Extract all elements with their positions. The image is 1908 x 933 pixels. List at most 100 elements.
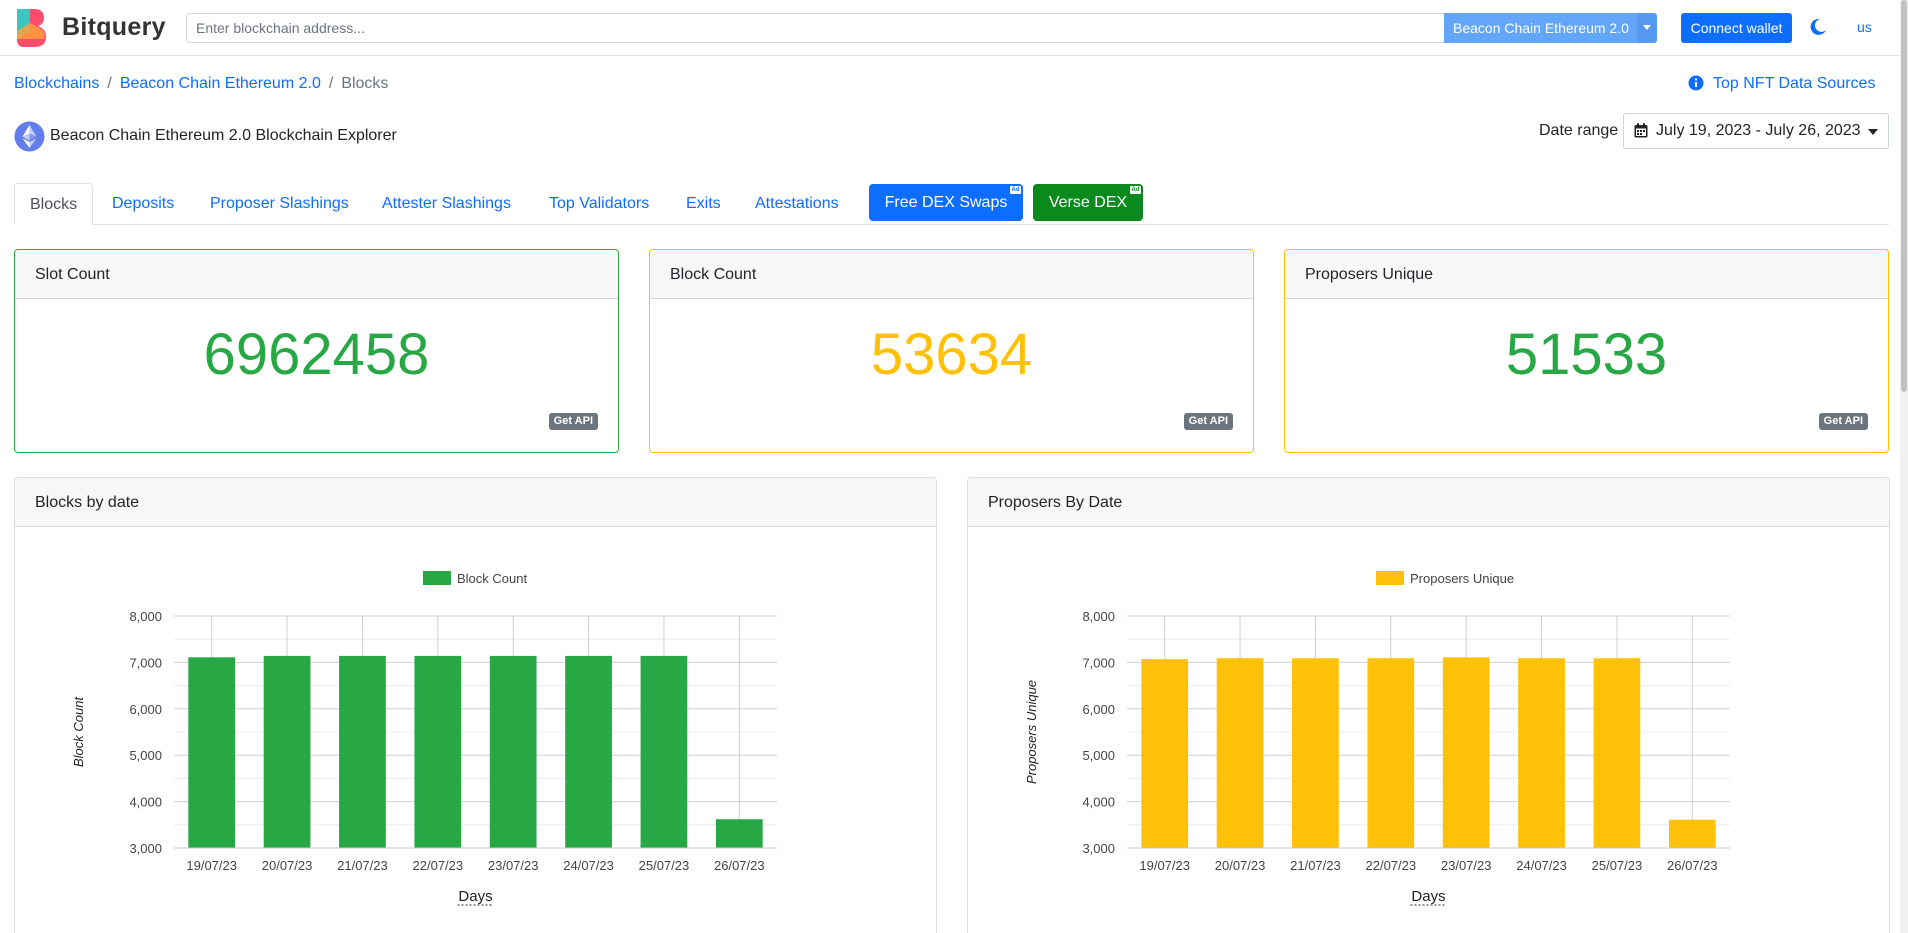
card-title: Proposers Unique xyxy=(1285,250,1888,299)
x-tick-label: 24/07/23 xyxy=(1516,858,1567,873)
language-selector[interactable]: us xyxy=(1857,19,1872,35)
breadcrumb-separator: / xyxy=(107,75,112,92)
card-title: Block Count xyxy=(650,250,1253,299)
ethereum-icon xyxy=(14,121,45,152)
proposers-unique-card: Proposers Unique 51533 Get API xyxy=(1284,249,1889,453)
x-tick-label: 20/07/23 xyxy=(1215,858,1266,873)
breadcrumb-chain[interactable]: Beacon Chain Ethereum 2.0 xyxy=(120,75,321,92)
bar[interactable] xyxy=(1668,819,1716,848)
slot-count-value: 6962458 xyxy=(203,322,430,387)
get-api-button[interactable]: Get API xyxy=(548,413,598,430)
x-tick-label: 23/07/23 xyxy=(488,858,539,873)
top-nft-data-sources-link[interactable]: Top NFT Data Sources xyxy=(1713,75,1875,93)
bar[interactable] xyxy=(1216,658,1264,848)
bar[interactable] xyxy=(263,655,311,848)
tab-deposits[interactable]: Deposits xyxy=(112,183,174,225)
bar[interactable] xyxy=(1141,659,1189,848)
page-scrollbar[interactable] xyxy=(1900,0,1908,933)
bar[interactable] xyxy=(715,819,763,848)
blockchain-address-input[interactable] xyxy=(186,13,1444,43)
breadcrumb-current: Blocks xyxy=(341,75,389,92)
ad-badge: Ad xyxy=(1130,186,1141,194)
y-tick-label: 3,000 xyxy=(129,841,162,856)
connect-wallet-button[interactable]: Connect wallet xyxy=(1681,13,1792,43)
breadcrumb: Blockchains / Beacon Chain Ethereum 2.0 / Bl… xyxy=(14,75,388,93)
ad-badge: Ad xyxy=(1010,186,1021,194)
ad-button-label: Verse DEX xyxy=(1048,194,1128,211)
tab-proposer-slashings[interactable]: Proposer Slashings xyxy=(210,183,349,225)
tab-blocks[interactable]: Blocks xyxy=(14,183,94,225)
tab-attester-slashings[interactable]: Attester Slashings xyxy=(382,183,511,225)
y-axis-title: Proposers Unique xyxy=(1024,680,1039,784)
chart-legend[interactable]: Block Count xyxy=(423,571,527,586)
chain-select-button[interactable]: Beacon Chain Ethereum 2.0 xyxy=(1444,13,1637,43)
tab-attestations[interactable]: Attestations xyxy=(755,183,839,225)
tab-top-validators[interactable]: Top Validators xyxy=(549,183,649,225)
blocks-by-date-chart: Block Count 8,000 7,000 6,000 5,000 4,000 3,00… xyxy=(71,571,777,906)
legend-swatch xyxy=(423,571,451,585)
x-tick-label: 22/07/23 xyxy=(413,858,464,873)
top-navbar: Bitquery Beacon Chain Ethereum 2.0 Conne… xyxy=(0,0,1908,56)
bar[interactable] xyxy=(1518,658,1565,848)
moon-icon[interactable] xyxy=(1808,17,1828,37)
proposers-unique-value: 51533 xyxy=(1505,322,1668,387)
bar[interactable] xyxy=(489,655,537,848)
chart-legend[interactable]: Proposers Unique xyxy=(1376,571,1514,586)
bar[interactable] xyxy=(339,655,386,848)
y-tick-label: 4,000 xyxy=(129,795,162,810)
y-tick-label: 7,000 xyxy=(129,655,162,670)
get-api-button[interactable]: Get API xyxy=(1818,413,1868,430)
y-tick-label: 4,000 xyxy=(1082,795,1115,810)
bar[interactable] xyxy=(1442,657,1490,848)
y-tick-label: 6,000 xyxy=(1082,702,1115,717)
brand-name[interactable]: Bitquery xyxy=(62,13,166,42)
bitquery-logo[interactable] xyxy=(14,7,48,49)
legend-label: Proposers Unique xyxy=(1410,571,1514,586)
y-tick-label: 3,000 xyxy=(1082,841,1115,856)
x-tick-label: 21/07/23 xyxy=(337,858,388,873)
y-tick-label: 7,000 xyxy=(1082,655,1115,670)
verse-dex-button[interactable]: Verse DEX Ad xyxy=(1033,184,1143,221)
scrollbar-thumb[interactable] xyxy=(1901,0,1907,392)
date-range-picker[interactable]: July 19, 2023 - July 26, 2023 xyxy=(1623,113,1889,149)
x-tick-label: 19/07/23 xyxy=(1139,858,1190,873)
info-icon[interactable] xyxy=(1688,75,1704,91)
x-tick-label: 24/07/23 xyxy=(563,858,614,873)
bar[interactable] xyxy=(1593,658,1641,848)
bar[interactable] xyxy=(1367,658,1415,848)
x-tick-label: 25/07/23 xyxy=(1592,858,1643,873)
x-tick-label: 21/07/23 xyxy=(1290,858,1341,873)
free-dex-swaps-button[interactable]: Free DEX Swaps Ad xyxy=(869,184,1023,221)
chevron-down-icon[interactable] xyxy=(1868,129,1878,135)
ad-button-label: Free DEX Swaps xyxy=(884,194,1008,211)
bar[interactable] xyxy=(640,655,688,848)
bar[interactable] xyxy=(565,655,612,848)
x-tick-label: 22/07/23 xyxy=(1366,858,1417,873)
breadcrumb-blockchains[interactable]: Blockchains xyxy=(14,75,99,92)
calendar-icon xyxy=(1634,123,1648,138)
block-count-value: 53634 xyxy=(870,322,1033,387)
x-tick-label: 25/07/23 xyxy=(639,858,690,873)
chain-dropdown-toggle[interactable] xyxy=(1637,13,1657,43)
proposers-by-date-chart: Proposers Unique 8,000 7,000 6,000 5,000 4,00… xyxy=(1024,571,1730,906)
x-tick-label: 19/07/23 xyxy=(186,858,237,873)
legend-swatch xyxy=(1376,571,1404,585)
y-axis-title: Block Count xyxy=(71,696,86,767)
y-tick-label: 5,000 xyxy=(1082,748,1115,763)
card-title: Slot Count xyxy=(15,250,618,299)
y-tick-label: 6,000 xyxy=(129,702,162,717)
breadcrumb-separator: / xyxy=(328,75,334,92)
page-title: Beacon Chain Ethereum 2.0 Blockchain Exp… xyxy=(50,127,397,144)
card-title: Blocks by date xyxy=(15,478,936,527)
y-tick-label: 8,000 xyxy=(129,609,162,624)
tab-exits[interactable]: Exits xyxy=(686,183,721,225)
get-api-button[interactable]: Get API xyxy=(1183,413,1233,430)
proposers-by-date-card: Proposers By Date Proposers Unique 8,000 7… xyxy=(967,477,1890,933)
y-tick-label: 5,000 xyxy=(129,748,162,763)
bar[interactable] xyxy=(1292,658,1339,848)
bar[interactable] xyxy=(188,657,236,848)
x-tick-label: 26/07/23 xyxy=(714,858,765,873)
bar[interactable] xyxy=(414,655,462,848)
blocks-by-date-card: Blocks by date Block Count 8,000 7,000 6,00… xyxy=(14,477,937,933)
block-count-card: Block Count 53634 Get API xyxy=(649,249,1254,453)
